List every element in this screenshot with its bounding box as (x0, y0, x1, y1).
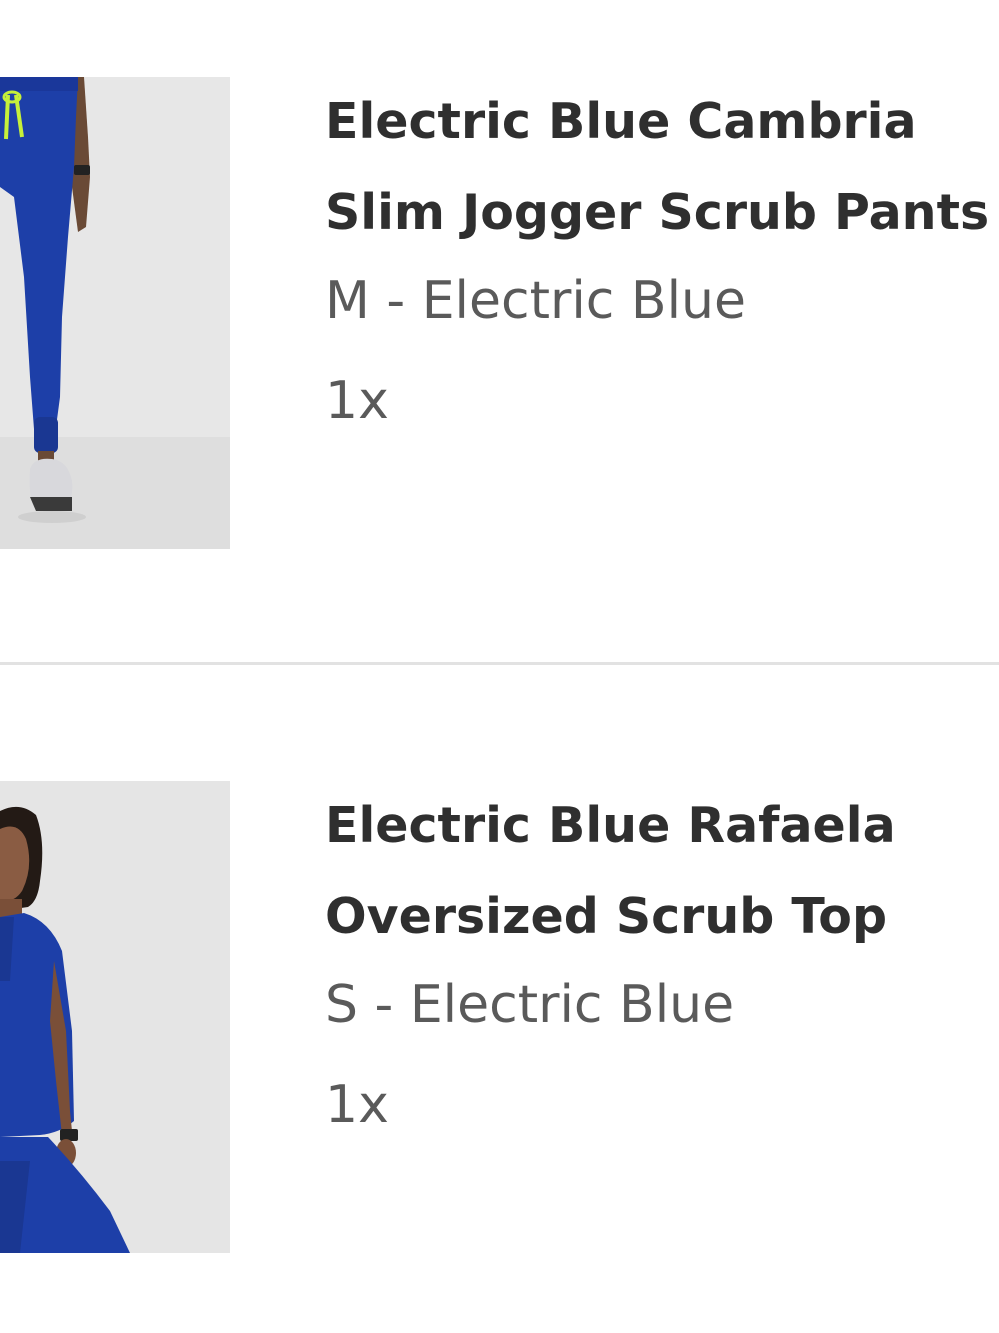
jogger-pants-photo-icon (0, 77, 230, 549)
product-variant: M - Electric Blue (325, 271, 746, 331)
product-title-line-2[interactable]: Oversized Scrub Top (325, 871, 999, 963)
product-title-line-2[interactable]: Slim Jogger Scrub Pants (325, 167, 999, 259)
scrub-top-photo-icon (0, 781, 230, 1253)
cart-item-details: Electric Blue Rafaela Oversized Scrub To… (325, 781, 999, 1155)
product-image-scrub-top[interactable] (0, 781, 230, 1253)
cart-item: Electric Blue Cambria Slim Jogger Scrub … (0, 77, 999, 549)
item-divider (0, 662, 999, 665)
product-title-line-1[interactable]: Electric Blue Cambria (325, 77, 999, 168)
cart-item: Electric Blue Rafaela Oversized Scrub To… (0, 781, 999, 1253)
product-quantity: 1x (325, 1075, 389, 1135)
cart-item-details: Electric Blue Cambria Slim Jogger Scrub … (325, 77, 999, 451)
product-quantity: 1x (325, 371, 389, 431)
product-variant: S - Electric Blue (325, 975, 735, 1035)
cart-items-page: Electric Blue Cambria Slim Jogger Scrub … (0, 0, 999, 1333)
product-image-jogger-pants[interactable] (0, 77, 230, 549)
product-title-line-1[interactable]: Electric Blue Rafaela (325, 781, 999, 872)
